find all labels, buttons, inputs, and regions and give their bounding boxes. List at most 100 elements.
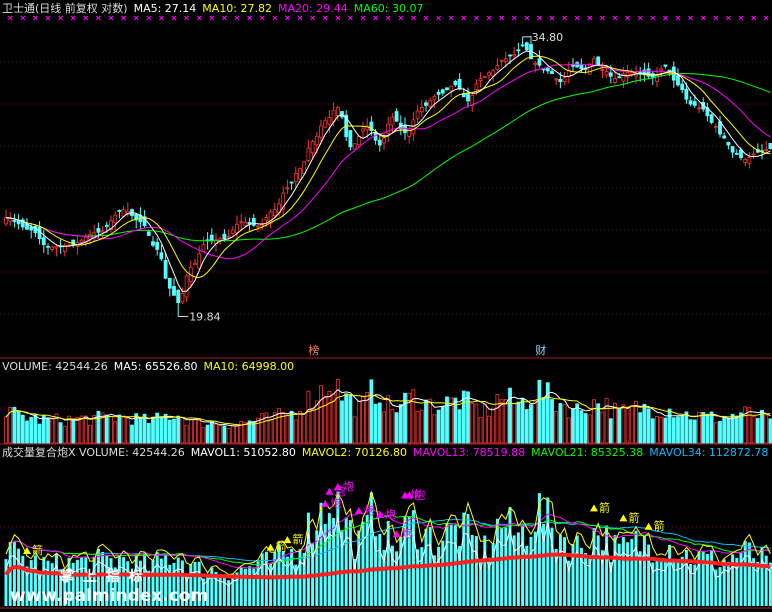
cross-marker	[700, 15, 706, 21]
candle-body	[751, 153, 756, 156]
candle-body	[684, 88, 689, 100]
candle-body	[533, 62, 538, 65]
candle-body	[390, 117, 395, 126]
volume-bar	[579, 410, 584, 444]
indicator-bar	[462, 512, 466, 606]
indicator-bar	[437, 546, 441, 606]
volume-bar	[722, 416, 727, 444]
volume-bar	[671, 417, 676, 444]
candle-body	[613, 78, 617, 83]
indicator-bar	[386, 520, 390, 606]
candle-body	[41, 237, 46, 246]
legend-ma10: MA10: 27.82	[202, 2, 273, 15]
candle-body	[356, 135, 361, 146]
volume-bar	[432, 414, 437, 444]
volume-bar	[550, 399, 554, 444]
candle-body	[25, 223, 29, 230]
candle-body	[449, 85, 454, 92]
candle-body	[550, 70, 554, 74]
volume-bar	[310, 407, 315, 444]
volume-bar	[470, 403, 475, 444]
volume-bar	[562, 404, 567, 444]
top-cross-markers	[7, 15, 769, 21]
cross-marker	[398, 15, 404, 21]
candle-body	[159, 252, 164, 260]
cross-marker	[511, 15, 517, 21]
volume-bar	[159, 416, 164, 444]
indicator-bar	[642, 536, 646, 606]
volume-bar	[319, 385, 323, 444]
volume-bar	[726, 418, 731, 444]
volume-bar	[79, 415, 84, 444]
volume-bar	[50, 418, 55, 444]
candle-body	[8, 218, 13, 222]
cross-marker	[461, 15, 467, 21]
cannon-signal-marker	[354, 507, 363, 515]
indicator-bar	[613, 535, 617, 606]
candle-body	[466, 92, 470, 102]
volume-bar	[566, 417, 571, 444]
candle-body	[4, 217, 8, 225]
candle-body	[285, 187, 290, 190]
candle-body	[692, 101, 697, 106]
volume-bar	[75, 416, 80, 444]
cross-marker	[310, 15, 315, 21]
volume-bar	[655, 416, 659, 444]
cross-marker	[637, 15, 643, 21]
candle-body	[440, 89, 445, 94]
volume-bar	[613, 403, 617, 444]
arrow-signal-label: 箭	[599, 500, 610, 514]
indicator-bar	[210, 567, 214, 606]
volume-bar	[314, 400, 319, 444]
candle-body	[516, 49, 521, 52]
candle-body	[478, 78, 483, 82]
indicator-bar	[634, 530, 638, 606]
cannon-signal-label: 炮	[414, 488, 425, 501]
volume-bar	[197, 418, 202, 444]
volume-bar	[424, 399, 428, 444]
candle-body	[247, 221, 252, 225]
volume-bar	[373, 403, 378, 444]
arrow-signal-marker	[619, 514, 628, 522]
cross-marker	[322, 15, 328, 21]
candle-body	[520, 44, 525, 47]
candle-body	[319, 125, 323, 138]
volume-bar	[495, 394, 500, 444]
indicator-bar	[617, 543, 621, 606]
candle-body	[361, 128, 365, 132]
volume-bar	[256, 417, 260, 444]
indicator-bar	[592, 528, 596, 606]
legend-vol-ma5: MA5: 65526.80	[113, 360, 198, 373]
indicator-bar	[680, 556, 684, 606]
watermark-title: 掌 上 指 标	[60, 569, 145, 585]
candle-body	[96, 227, 101, 233]
volume-bar	[121, 415, 126, 444]
cross-marker	[574, 15, 580, 21]
volume-bar	[377, 402, 382, 444]
volume-bar	[415, 411, 420, 444]
cross-marker	[751, 15, 756, 21]
candle-body	[243, 221, 248, 226]
cannon-signal-label: 炮	[402, 527, 413, 540]
cannon-signal-marker	[325, 487, 334, 495]
legend-vol-ma10: MA10: 64998.00	[203, 360, 295, 373]
indicator-bar	[747, 542, 751, 606]
legend-ma20: MA20: 29.44	[278, 2, 348, 15]
cross-marker	[625, 15, 630, 21]
cross-marker	[20, 15, 26, 21]
volume-bar	[583, 413, 588, 444]
watermark-url: www.palmindex.com	[10, 586, 209, 606]
volume-bar	[503, 399, 508, 444]
candle-body	[457, 78, 462, 90]
volume-bar	[688, 419, 693, 444]
volume-bar	[734, 415, 739, 444]
candle-body	[104, 224, 109, 227]
cross-marker	[222, 15, 227, 21]
cross-marker	[247, 15, 252, 21]
volume-bar	[251, 421, 256, 444]
candle-body	[659, 68, 664, 71]
candle-body	[768, 142, 772, 150]
cross-marker	[159, 15, 164, 21]
moving-average-lines	[5, 50, 771, 293]
candle-body	[558, 78, 563, 83]
